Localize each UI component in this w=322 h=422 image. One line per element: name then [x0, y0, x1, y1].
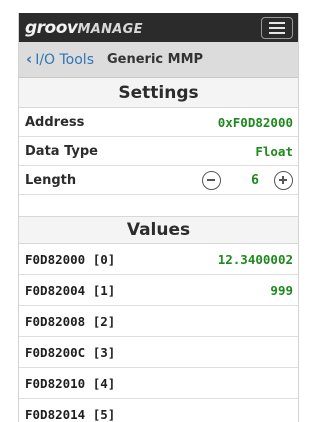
address-row[interactable]: Address 0xF0D82000 [19, 108, 298, 137]
hamburger-menu-button[interactable] [261, 16, 293, 39]
value-row-address: F0D82010 [4] [25, 375, 116, 391]
page-title: Generic MMP [107, 52, 204, 67]
values-section-title: Values [19, 216, 298, 244]
value-row[interactable]: F0D82000 [0] 12.3400002 [19, 244, 298, 275]
length-stepper: 6 [202, 170, 293, 190]
logo-product-text: MANAGE [77, 21, 143, 37]
value-row-address: F0D82014 [5] [25, 406, 116, 422]
value-row-address: F0D82004 [1] [25, 282, 116, 298]
top-navbar: groov MANAGE [19, 13, 298, 42]
length-row: Length 6 [19, 166, 298, 195]
groov-manage-logo[interactable]: groov MANAGE [25, 18, 143, 38]
chevron-left-icon: ‹ [26, 50, 33, 68]
logo-brand-text: groov [25, 17, 78, 38]
settings-section-title: Settings [19, 78, 298, 108]
value-row[interactable]: F0D82014 [5] [19, 399, 298, 422]
breadcrumb-parent-label: I/O Tools [35, 51, 94, 68]
value-row-address: F0D82000 [0] [25, 251, 116, 267]
address-value[interactable]: 0xF0D82000 [218, 115, 293, 130]
value-row[interactable]: F0D82008 [2] [19, 306, 298, 337]
app-window: groov MANAGE ‹ I/O Tools Generic MMP Set… [18, 13, 299, 422]
back-to-io-tools-link[interactable]: ‹ I/O Tools [26, 52, 94, 68]
value-row-address: F0D8200C [3] [25, 344, 116, 360]
value-row-value[interactable]: 999 [270, 283, 293, 298]
plus-circle-icon[interactable] [274, 170, 293, 190]
value-row[interactable]: F0D82004 [1] 999 [19, 275, 298, 306]
value-row-address: F0D82008 [2] [25, 313, 116, 329]
length-value: 6 [251, 172, 259, 188]
data-type-row[interactable]: Data Type Float [19, 137, 298, 166]
data-type-value[interactable]: Float [255, 144, 293, 159]
value-row-value[interactable]: 12.3400002 [218, 252, 293, 267]
breadcrumb: ‹ I/O Tools Generic MMP [19, 42, 298, 78]
value-row[interactable]: F0D8200C [3] [19, 337, 298, 368]
length-label: Length [25, 172, 77, 188]
minus-circle-icon[interactable] [202, 170, 222, 190]
data-type-label: Data Type [25, 143, 98, 159]
value-row[interactable]: F0D82010 [4] [19, 368, 298, 399]
hamburger-icon [269, 21, 285, 24]
address-label: Address [25, 114, 85, 130]
